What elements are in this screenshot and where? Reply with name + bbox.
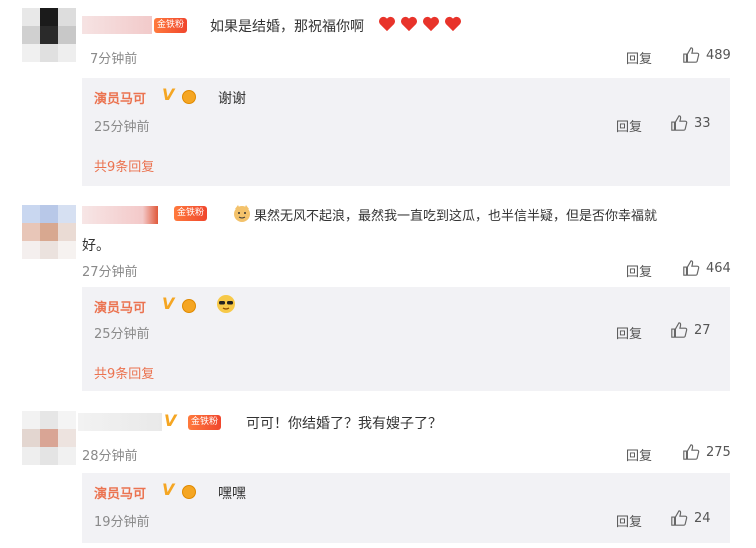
avatar[interactable] (22, 8, 76, 62)
comment-time: 7分钟前 (90, 52, 138, 67)
hearts-emoji (378, 16, 462, 32)
reply-button[interactable]: 回复 (616, 511, 642, 530)
username-blurred[interactable] (82, 16, 152, 34)
avatar[interactable] (22, 411, 76, 465)
thumbs-up-icon (683, 260, 700, 276)
thumbs-up-icon (671, 510, 688, 526)
reply-author[interactable]: 演员马可 (94, 483, 146, 502)
thumbs-up-icon (671, 322, 688, 338)
like-count: 27 (694, 322, 711, 338)
comment-1: 金铁粉 如果是结婚，那祝福你啊 7分钟前 回复 489 演员马可 V 谢谢 25… (0, 0, 756, 195)
comment-time: 27分钟前 (82, 265, 138, 280)
thumbs-up-icon (671, 115, 688, 131)
like-count: 464 (706, 260, 731, 276)
heart-icon (445, 16, 461, 32)
thumbs-up-icon (683, 47, 700, 63)
reply-time: 25分钟前 (94, 327, 150, 342)
reply-button[interactable]: 回复 (616, 323, 642, 342)
like-button[interactable]: 33 (670, 114, 711, 132)
verified-v-icon: V (162, 85, 175, 104)
comment-2: 金铁粉 果然无风不起浪，最然我一直吃到这瓜，也半信半疑，但是否你幸福就 好。 2… (0, 195, 756, 405)
reply-time: 19分钟前 (94, 515, 150, 530)
reply-author[interactable]: 演员马可 (94, 88, 146, 107)
fan-badge: 金铁粉 (174, 206, 208, 221)
like-button[interactable]: 489 (682, 46, 731, 64)
heart-icon (423, 16, 439, 32)
doge-emoji-icon (234, 205, 250, 222)
verified-v-icon: V (162, 294, 175, 313)
reply-button[interactable]: 回复 (626, 48, 652, 67)
fan-badge: 金铁粉 (154, 18, 188, 33)
vip-crown-icon (182, 485, 196, 499)
comment-text: 可可！你结婚了？我有嫂子了？ (246, 416, 442, 432)
like-button[interactable]: 24 (670, 509, 711, 527)
comment-time: 28分钟前 (82, 449, 138, 464)
fan-badge: 金铁粉 (188, 415, 222, 430)
username-blurred[interactable] (78, 413, 162, 431)
verified-v-icon: V (164, 411, 177, 430)
like-count: 275 (706, 444, 731, 460)
heart-icon (379, 16, 395, 32)
more-replies-link[interactable]: 共9条回复 (94, 363, 154, 382)
like-button[interactable]: 275 (682, 443, 731, 461)
reply-author[interactable]: 演员马可 (94, 297, 146, 316)
comment-text-line1: 果然无风不起浪，最然我一直吃到这瓜，也半信半疑，但是否你幸福就 (254, 209, 658, 224)
username-blurred[interactable] (82, 206, 158, 224)
vip-crown-icon (182, 299, 196, 313)
comment-text-line2: 好。 (82, 238, 110, 254)
more-replies-link[interactable]: 共9条回复 (94, 156, 154, 175)
thumbs-up-icon (683, 444, 700, 460)
reply-button[interactable]: 回复 (626, 445, 652, 464)
reply-box: 演员马可 V 25分钟前 回复 27 共9条回复 (82, 287, 730, 391)
like-count: 33 (694, 115, 711, 131)
comment-text: 如果是结婚，那祝福你啊 (210, 19, 364, 35)
like-button[interactable]: 464 (682, 259, 731, 277)
reply-time: 25分钟前 (94, 120, 150, 135)
verified-v-icon: V (162, 480, 175, 499)
like-count: 489 (706, 47, 731, 63)
heart-icon (401, 16, 417, 32)
reply-button[interactable]: 回复 (616, 116, 642, 135)
reply-box: 演员马可 V 嘿嘿 19分钟前 回复 24 (82, 473, 730, 543)
avatar[interactable] (22, 205, 76, 259)
sunglasses-emoji-icon (217, 295, 235, 313)
reply-text: 谢谢 (218, 91, 246, 107)
reply-box: 演员马可 V 谢谢 25分钟前 回复 33 共9条回复 (82, 78, 730, 186)
reply-button[interactable]: 回复 (626, 261, 652, 280)
like-button[interactable]: 27 (670, 321, 711, 339)
reply-text: 嘿嘿 (218, 486, 246, 502)
vip-crown-icon (182, 90, 196, 104)
like-count: 24 (694, 510, 711, 526)
comment-3: V 金铁粉 可可！你结婚了？我有嫂子了？ 28分钟前 回复 275 演员马可 V… (0, 405, 756, 548)
